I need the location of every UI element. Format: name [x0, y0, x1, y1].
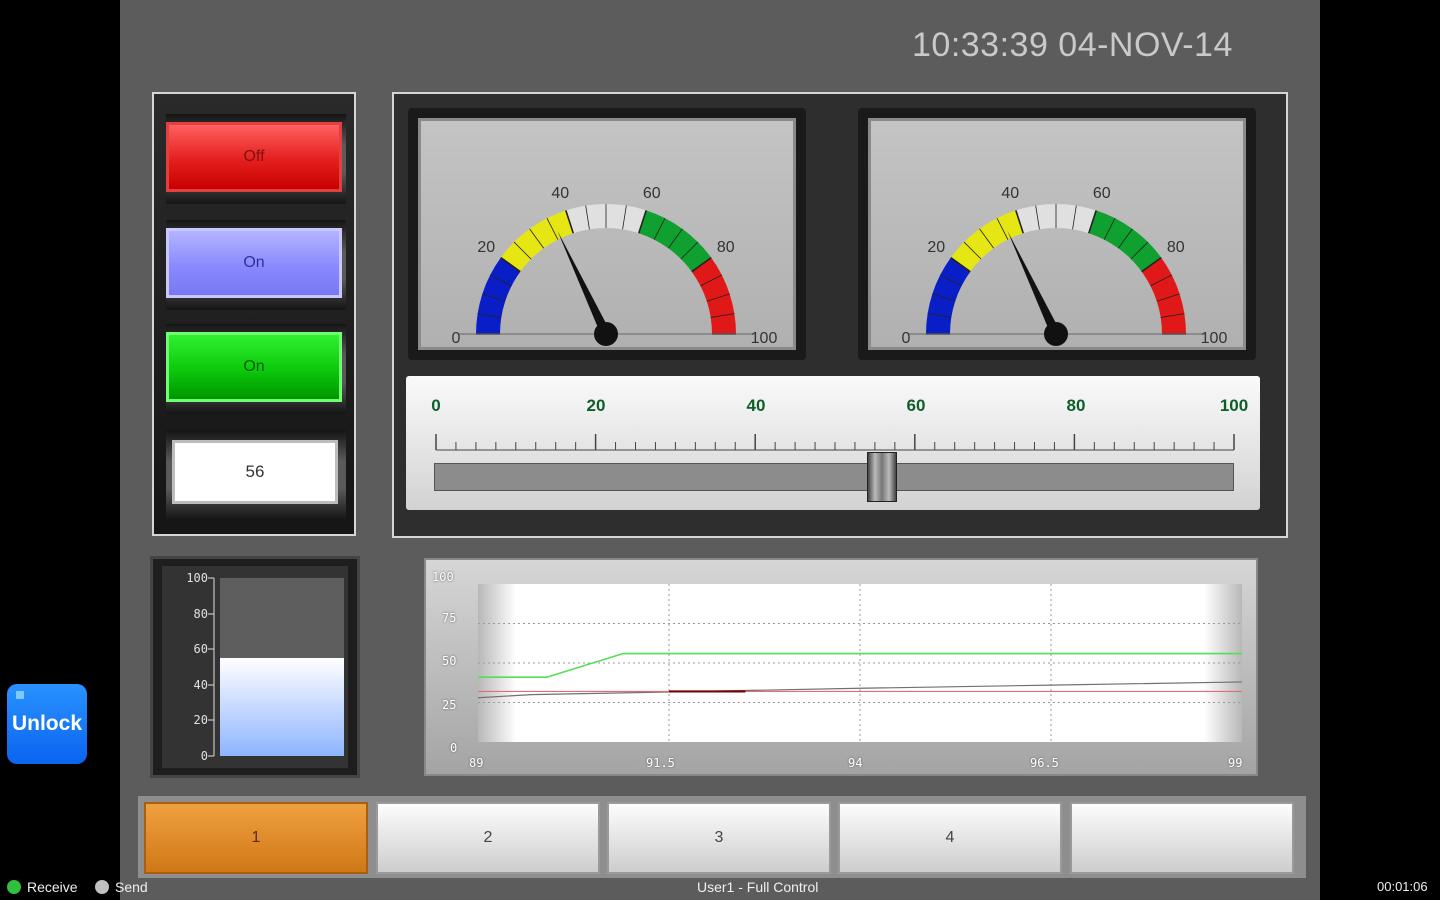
gauge-2: 0 20 40 60 80 100: [858, 108, 1256, 360]
user-status: User1 - Full Control: [697, 879, 819, 895]
gauge-tick-label: 100: [751, 330, 778, 347]
gauge-tick-label: 60: [643, 185, 661, 202]
gauge-tick-label: 40: [551, 185, 569, 202]
trend-x-label: 91.5: [646, 756, 675, 770]
unlock-label: Unlock: [11, 712, 82, 735]
indicator-icon: [16, 691, 24, 699]
session-timer: 00:01:06: [1377, 879, 1428, 894]
gauge-tick-label: 80: [717, 239, 735, 256]
trend-y-label: 50: [442, 654, 457, 668]
tank-level-fill: [220, 658, 344, 756]
trend-y-label: 100: [432, 570, 454, 584]
numeric-display[interactable]: 56: [172, 440, 338, 504]
trend-y-label: 0: [450, 741, 458, 755]
gauge-tick-label: 20: [927, 239, 945, 256]
trend-y-label: 75: [442, 611, 457, 625]
slider-scale-label: 60: [906, 396, 926, 415]
gauge-tick-label: 100: [1201, 330, 1228, 347]
trend-y-label: 25: [442, 698, 457, 712]
gauge-face: 0 20 40 60 80 100: [418, 118, 796, 350]
trend-x-label: 94: [848, 756, 863, 770]
gauge-tick-label: 0: [452, 330, 461, 347]
tab-4[interactable]: 4: [838, 802, 1062, 874]
tab-1[interactable]: 1: [144, 802, 368, 874]
gauge-dial: 0 20 40 60 80 100: [452, 185, 778, 347]
gauge-dial: 0 20 40 60 80 100: [902, 185, 1228, 347]
tab-2[interactable]: 2: [376, 802, 600, 874]
unlock-button[interactable]: Unlock: [7, 684, 87, 764]
slider-thumb[interactable]: [867, 452, 897, 502]
tab-5[interactable]: [1070, 802, 1294, 874]
on-button-blue[interactable]: On: [166, 228, 342, 298]
gauge-tick-label: 0: [902, 330, 911, 347]
send-label: Send: [115, 879, 148, 895]
trend-x-label: 99: [1228, 756, 1243, 770]
trend-x-label: 89: [469, 756, 484, 770]
receive-led-icon: [7, 880, 21, 894]
gauge-tick-label: 60: [1093, 185, 1111, 202]
slider-scale-label: 80: [1066, 396, 1086, 415]
gauge-face: 0 20 40 60 80 100: [868, 118, 1246, 350]
trend-chart: [477, 584, 1243, 742]
trend-x-label: 96.5: [1030, 756, 1059, 770]
trend-plot-area: [477, 584, 1243, 742]
gauge-1: 0 20 40 60 80 100: [408, 108, 806, 360]
clock-display: 10:33:39 04-NOV-14: [912, 26, 1233, 64]
slider-track[interactable]: [434, 463, 1234, 491]
slider-scale-label: 100: [1219, 396, 1249, 415]
gauge-tick-label: 20: [477, 239, 495, 256]
gauge-needle: [1007, 230, 1061, 337]
send-led-icon: [95, 880, 109, 894]
tank-ticks: [208, 577, 215, 757]
gauge-hub: [1044, 322, 1068, 346]
slider-scale-label: 20: [586, 396, 606, 415]
slider-scale-label: 0: [431, 396, 441, 415]
tank-vessel: [220, 578, 344, 756]
gauge-tick-label: 40: [1001, 185, 1019, 202]
tank-scale-label: 100: [186, 571, 208, 585]
gauge-needle: [557, 230, 611, 337]
receive-label: Receive: [27, 879, 78, 895]
gauge-hub: [594, 322, 618, 346]
slider-scale-label: 40: [746, 396, 766, 415]
tab-3[interactable]: 3: [607, 802, 831, 874]
on-button-green[interactable]: On: [166, 332, 342, 402]
gauge-tick-label: 80: [1167, 239, 1185, 256]
off-button[interactable]: Off: [166, 122, 342, 192]
